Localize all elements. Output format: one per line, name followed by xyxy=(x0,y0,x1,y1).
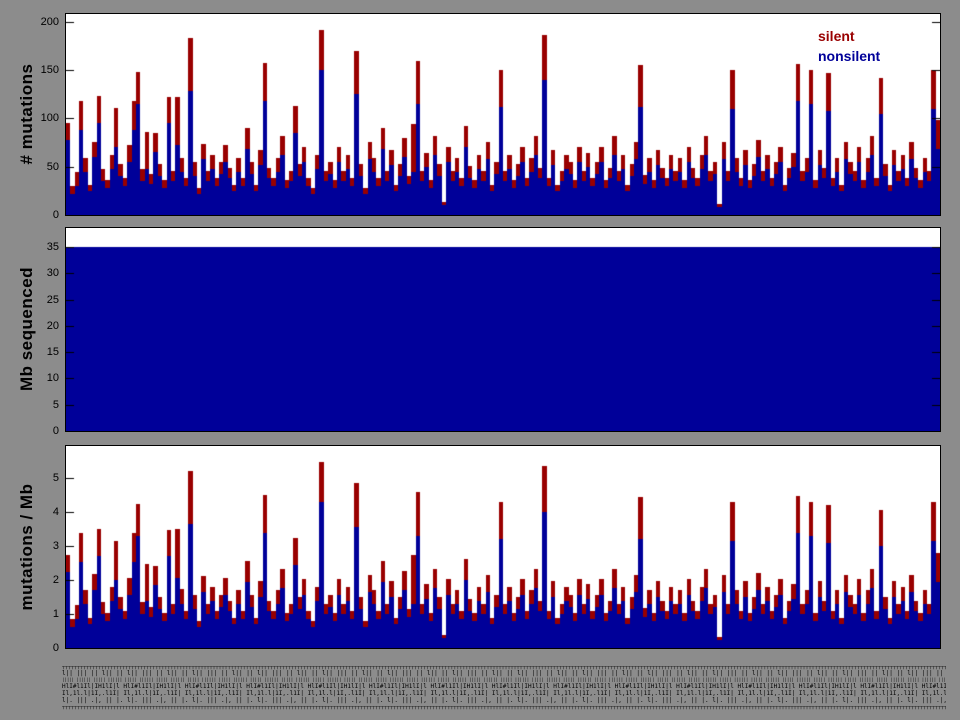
x-axis-sample-labels-strip: ┬┬┬┬┬┬┬┬┬┬┬┬┬┬┬┬┬┬┬┬┬┬┬┬┬┬┬┬┬┬┬┬┬┬┬┬┬┬┬┬… xyxy=(62,664,946,710)
y-tick-label: 200 xyxy=(0,16,59,28)
y-tick-label: 2 xyxy=(0,574,59,586)
legend-label-nonsilent: nonsilent xyxy=(818,48,880,64)
y-tick-label: 0 xyxy=(0,425,59,437)
mutations-bars-canvas xyxy=(66,14,940,215)
y-tick-label: 35 xyxy=(0,241,59,253)
y-tick-label: 30 xyxy=(0,267,59,279)
sample-labels-row: l|. ||| .|, || |. l|. ||| .|, || |. l|. … xyxy=(62,697,946,704)
y-tick-label: 100 xyxy=(0,112,59,124)
y-tick-label: 50 xyxy=(0,161,59,173)
sample-labels-row: HlI#l1Il|IH1lI|l HlI#l1Il|IH1lI|l HlI#l1… xyxy=(62,683,946,690)
legend-item-nonsilent: nonsilent xyxy=(818,46,880,66)
y-tick-label: 4 xyxy=(0,506,59,518)
y-tick-label: 3 xyxy=(0,540,59,552)
mb-sequenced-bars-canvas xyxy=(66,228,940,431)
y-tick-label: 5 xyxy=(0,399,59,411)
y-tick-label: 150 xyxy=(0,64,59,76)
y-tick-label: 10 xyxy=(0,372,59,384)
legend-item-silent: silent xyxy=(818,26,880,46)
y-tick-label: 25 xyxy=(0,294,59,306)
panel-mb-sequenced xyxy=(65,227,941,432)
y-tick-label: 20 xyxy=(0,320,59,332)
y-tick-label: 1 xyxy=(0,608,59,620)
legend: silent nonsilent xyxy=(818,26,880,66)
legend-label-silent: silent xyxy=(818,28,855,44)
y-tick-label: 0 xyxy=(0,209,59,221)
sample-labels-row: Il,1l.l|1I,.l1I| Il,1l.l|1I,.l1I| Il,1l.… xyxy=(62,690,946,697)
figure-canvas: # mutations Mb sequenced mutations / Mb … xyxy=(0,0,960,720)
mutation-rate-bars-canvas xyxy=(66,446,940,648)
panel-num-mutations xyxy=(65,13,941,216)
sample-labels-row: ┬┬┬┬┬┬┬┬┬┬┬┬┬┬┬┬┬┬┬┬┬┬┬┬┬┬┬┬┬┬┬┬┬┬┬┬┬┬┬┬… xyxy=(62,704,946,710)
sample-labels-row: l|| ||| || l|| || l|| ||| || l|| || l|| … xyxy=(62,670,946,677)
y-tick-label: 15 xyxy=(0,346,59,358)
y-tick-label: 0 xyxy=(0,642,59,654)
panel-mutation-rate xyxy=(65,445,941,649)
y-tick-label: 5 xyxy=(0,472,59,484)
